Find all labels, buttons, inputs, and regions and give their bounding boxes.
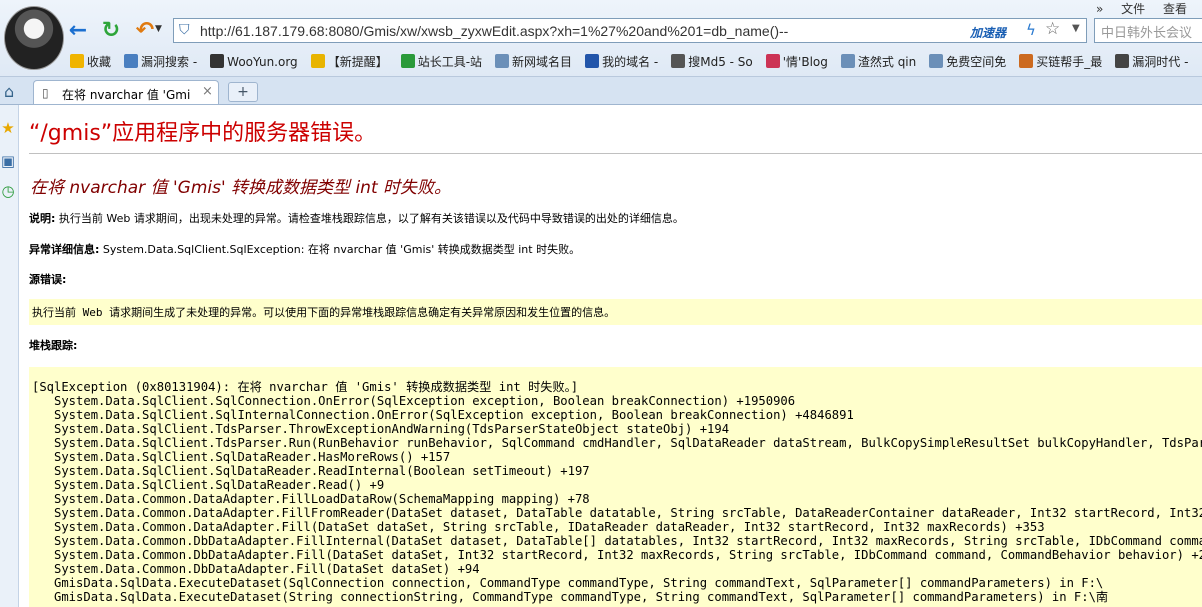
accelerator-label[interactable]: 加速器 <box>970 24 1006 41</box>
bookmark-label: 渣然式 qin <box>857 55 917 69</box>
bookmark-favicon-icon <box>210 54 225 68</box>
error-heading: 在将 nvarchar 值 'Gmis' 转换成数据类型 int 时失败。 <box>30 178 452 198</box>
bookmarks-bar: 收藏 漏洞搜索 - WooYun.org 【新提醒】 站长工具-站 新网域名目 我的域名 -… <box>70 53 1201 73</box>
undo-icon[interactable]: ↶ <box>133 19 157 43</box>
menu-item-view[interactable]: 查看 <box>1163 2 1187 16</box>
stack-trace-text: [SqlException (0x80131904): 在将 nvarchar … <box>32 380 1202 604</box>
bookmark-item[interactable]: '情'Blog <box>765 53 828 70</box>
exception-label: 异常详细信息: <box>29 243 100 256</box>
monitor-icon[interactable]: ▣ <box>0 152 16 170</box>
bookmark-favicon-icon <box>1019 54 1034 68</box>
page-title: “/gmis”应用程序中的服务器错误。 <box>29 121 377 146</box>
bookmark-item[interactable]: 漏洞时代 - <box>1115 53 1188 70</box>
source-error-box: 执行当前 Web 请求期间生成了未处理的异常。可以使用下面的异常堆栈跟踪信息确定… <box>29 299 1202 325</box>
menu-item-file[interactable]: 文件 <box>1121 2 1145 16</box>
bookmark-label: 买链帮手_最 <box>1036 55 1103 69</box>
bookmark-label: WooYun.org <box>227 55 298 69</box>
bookmark-label: 漏洞搜索 - <box>141 55 198 69</box>
description-label: 说明: <box>29 212 56 225</box>
source-error-text: 执行当前 Web 请求期间生成了未处理的异常。可以使用下面的异常堆栈跟踪信息确定… <box>32 306 616 319</box>
bookmark-item[interactable]: 我的域名 - <box>585 53 658 70</box>
chevron-down-icon[interactable]: ▼ <box>1072 23 1080 34</box>
chevron-down-icon[interactable]: ▼ <box>155 24 162 34</box>
bookmark-item[interactable]: 免费空间免 <box>929 53 1006 70</box>
side-panel: ★ ▣ ◷ <box>0 105 19 607</box>
description-text: 执行当前 Web 请求期间，出现未处理的异常。请检查堆栈跟踪信息，以了解有关该错… <box>55 212 684 225</box>
browser-toolbar: ← ↻ ↶ ▼ ⛉ http://61.187.179.68:8080/Gmis… <box>0 0 1202 77</box>
bookmark-item[interactable]: 新网域名目 <box>495 53 572 70</box>
new-tab-button[interactable]: + <box>228 82 258 102</box>
bookmark-item[interactable]: 【新提醒】 <box>310 53 388 70</box>
bookmark-item[interactable]: 站长工具-站 <box>400 53 483 70</box>
bookmark-item[interactable]: 渣然式 qin <box>840 53 917 70</box>
bookmark-label: 免费空间免 <box>946 55 1007 69</box>
shield-icon: ⛉ <box>179 22 190 38</box>
bookmark-favicon-icon <box>310 54 325 68</box>
lightning-icon[interactable]: ϟ <box>1026 21 1036 39</box>
menu-chevron-icon[interactable]: » <box>1096 2 1103 16</box>
bookmark-favicon-icon <box>585 54 600 68</box>
bookmark-label: 新网域名目 <box>512 55 573 69</box>
home-icon[interactable]: ⌂ <box>4 82 14 101</box>
page-content: “/gmis”应用程序中的服务器错误。 在将 nvarchar 值 'Gmis'… <box>29 105 1202 607</box>
bookmark-label: 搜Md5 - So <box>688 55 753 69</box>
menu-bar: » 文件 查看 <box>1096 0 1201 17</box>
bookmark-item[interactable]: 搜Md5 - So <box>671 53 753 70</box>
bookmark-label: 收藏 <box>87 55 112 69</box>
search-input[interactable]: 中日韩外长会议 <box>1094 18 1202 43</box>
bookmark-favicon-icon <box>765 54 780 68</box>
close-icon[interactable]: × <box>202 84 213 99</box>
document-icon: ▯ <box>42 86 49 100</box>
stack-trace-label: 堆栈跟踪: <box>29 339 78 352</box>
url-text[interactable]: http://61.187.179.68:8080/Gmis/xw/xwsb_z… <box>200 23 788 39</box>
bookmark-favicon-icon <box>1115 54 1130 68</box>
bookmark-item[interactable]: 漏洞搜索 - <box>124 53 197 70</box>
clock-icon[interactable]: ◷ <box>0 182 16 200</box>
bookmark-favicon-icon <box>929 54 944 68</box>
exception-line: 异常详细信息: System.Data.SqlClient.SqlExcepti… <box>29 241 580 257</box>
bookmark-favicon-icon <box>840 54 855 68</box>
description-line: 说明: 执行当前 Web 请求期间，出现未处理的异常。请检查堆栈跟踪信息，以了解… <box>29 210 684 226</box>
refresh-icon[interactable]: ↻ <box>99 19 123 43</box>
bookmark-label: 漏洞时代 - <box>1132 55 1189 69</box>
user-avatar[interactable] <box>4 6 64 70</box>
bookmark-favicon-icon <box>124 54 139 68</box>
bookmark-favicon-icon <box>70 54 84 68</box>
tab-title: 在将 nvarchar 值 'Gmis' 转换成数据类型 int 时失败。 <box>62 88 190 102</box>
tab-active[interactable]: ▯ 在将 nvarchar 值 'Gmis' 转换成数据类型 int 时失败。 … <box>33 80 219 104</box>
bookmark-item[interactable]: WooYun.org <box>210 54 298 69</box>
stack-trace-box: [SqlException (0x80131904): 在将 nvarchar … <box>29 367 1202 607</box>
bookmark-item[interactable]: 买链帮手_最 <box>1019 53 1102 70</box>
divider <box>29 153 1202 154</box>
bookmark-favicon-icon <box>400 54 415 68</box>
exception-text: System.Data.SqlClient.SqlException: 在将 n… <box>99 243 581 256</box>
bookmark-label: 【新提醒】 <box>327 55 388 69</box>
address-bar[interactable]: ⛉ http://61.187.179.68:8080/Gmis/xw/xwsb… <box>173 18 1087 43</box>
star-icon[interactable]: ★ <box>0 119 16 137</box>
source-error-label: 源错误: <box>29 273 67 286</box>
bookmark-item[interactable]: 收藏 <box>70 53 111 70</box>
bookmark-label: 站长工具-站 <box>417 55 483 69</box>
tab-strip: ⌂ ▯ 在将 nvarchar 值 'Gmis' 转换成数据类型 int 时失败… <box>0 77 1202 105</box>
bookmark-favicon-icon <box>671 54 686 68</box>
bookmark-label: 我的域名 - <box>602 55 659 69</box>
bookmark-favicon-icon <box>495 54 510 68</box>
bookmark-label: '情'Blog <box>782 55 828 69</box>
star-icon[interactable]: ☆ <box>1045 19 1060 39</box>
back-arrow-icon[interactable]: ← <box>66 19 90 43</box>
